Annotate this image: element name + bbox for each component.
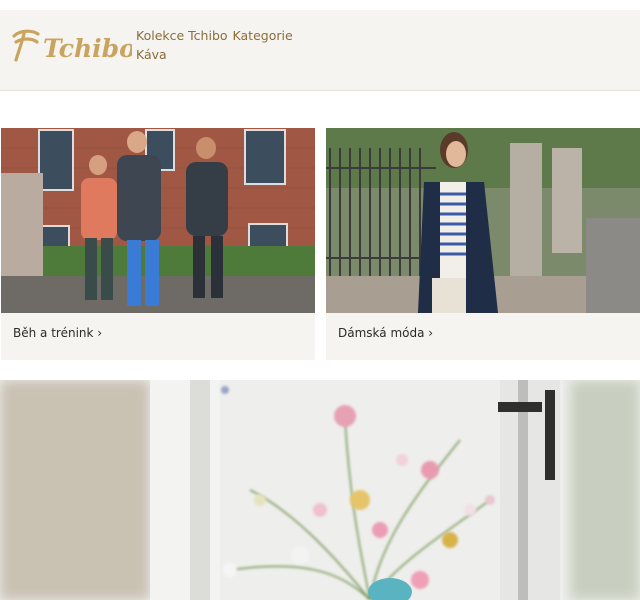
nav-item-kategorie[interactable]: Kategorie [233, 28, 293, 43]
running-photo [1, 128, 315, 313]
logo-wordmark: Tchibo [43, 34, 132, 63]
tchibo-logo-mark: Tchibo [12, 29, 132, 63]
tchibo-logo[interactable]: Tchibo [10, 28, 132, 68]
site-header: Tchibo Kolekce Tchibo Kategorie Káva [0, 10, 640, 91]
promo-cards: Běh a trénink › Dámská móda › [0, 128, 640, 360]
hero-banner[interactable] [0, 380, 640, 600]
promo-label-running[interactable]: Běh a trénink › [13, 326, 102, 340]
nav-item-kava[interactable]: Káva [136, 47, 167, 62]
main-nav: Kolekce Tchibo Kategorie Káva [136, 26, 306, 64]
promo-label-womens-fashion[interactable]: Dámská móda › [338, 326, 433, 340]
womens-fashion-photo [326, 128, 640, 313]
nav-item-kolekce[interactable]: Kolekce Tchibo [136, 28, 228, 43]
promo-card-running[interactable]: Běh a trénink › [1, 128, 315, 360]
promo-card-womens-fashion[interactable]: Dámská móda › [326, 128, 640, 360]
hero-flowers-photo [0, 380, 640, 600]
top-strip [0, 0, 640, 10]
